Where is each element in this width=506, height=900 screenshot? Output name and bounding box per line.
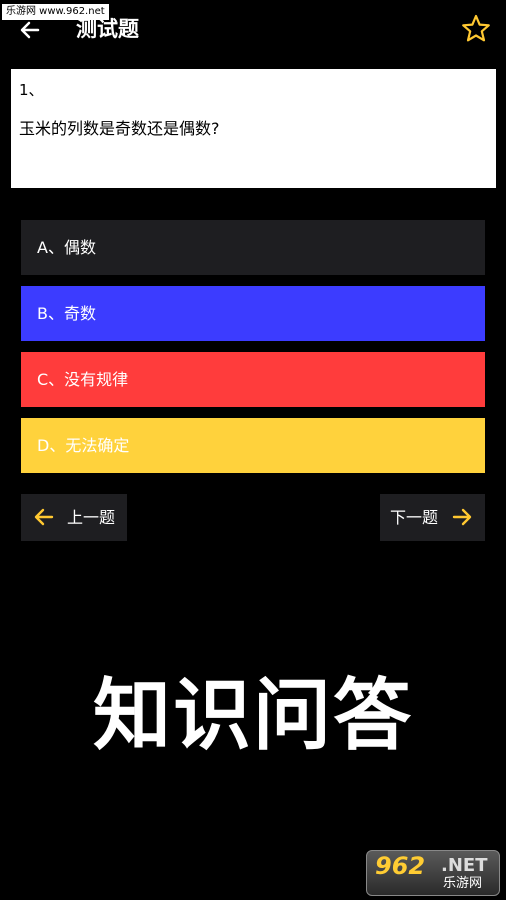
prev-question-button[interactable]: 上一题 xyxy=(21,494,127,541)
question-number: 1、 xyxy=(19,81,44,99)
arrow-right-icon xyxy=(452,508,472,526)
star-outline-icon xyxy=(462,14,490,42)
site-logo: 962 .NET 乐游网 xyxy=(366,850,500,896)
banner-title: 知识问答 xyxy=(92,671,413,761)
question-text: 玉米的列数是奇数还是偶数? xyxy=(19,119,220,138)
option-a[interactable]: A、偶数 xyxy=(21,220,485,275)
option-b[interactable]: B、奇数 xyxy=(21,286,485,341)
prev-question-label: 上一题 xyxy=(67,508,116,527)
page-title: 测试题 xyxy=(76,17,139,41)
logo-number: 962 xyxy=(375,852,426,880)
question-card: 1、 玉米的列数是奇数还是偶数? xyxy=(11,69,496,188)
logo-subtitle: 乐游网 xyxy=(443,876,483,891)
option-c[interactable]: C、没有规律 xyxy=(21,352,485,407)
arrow-left-icon xyxy=(20,21,40,39)
logo-suffix: .NET xyxy=(441,855,488,876)
next-question-label: 下一题 xyxy=(390,508,439,527)
app-header: 测试题 xyxy=(0,0,506,60)
favorite-button[interactable] xyxy=(460,13,492,45)
next-question-button[interactable]: 下一题 xyxy=(380,494,485,541)
arrow-left-icon xyxy=(34,508,54,526)
back-button[interactable] xyxy=(16,16,44,44)
option-d[interactable]: D、无法确定 xyxy=(21,418,485,473)
